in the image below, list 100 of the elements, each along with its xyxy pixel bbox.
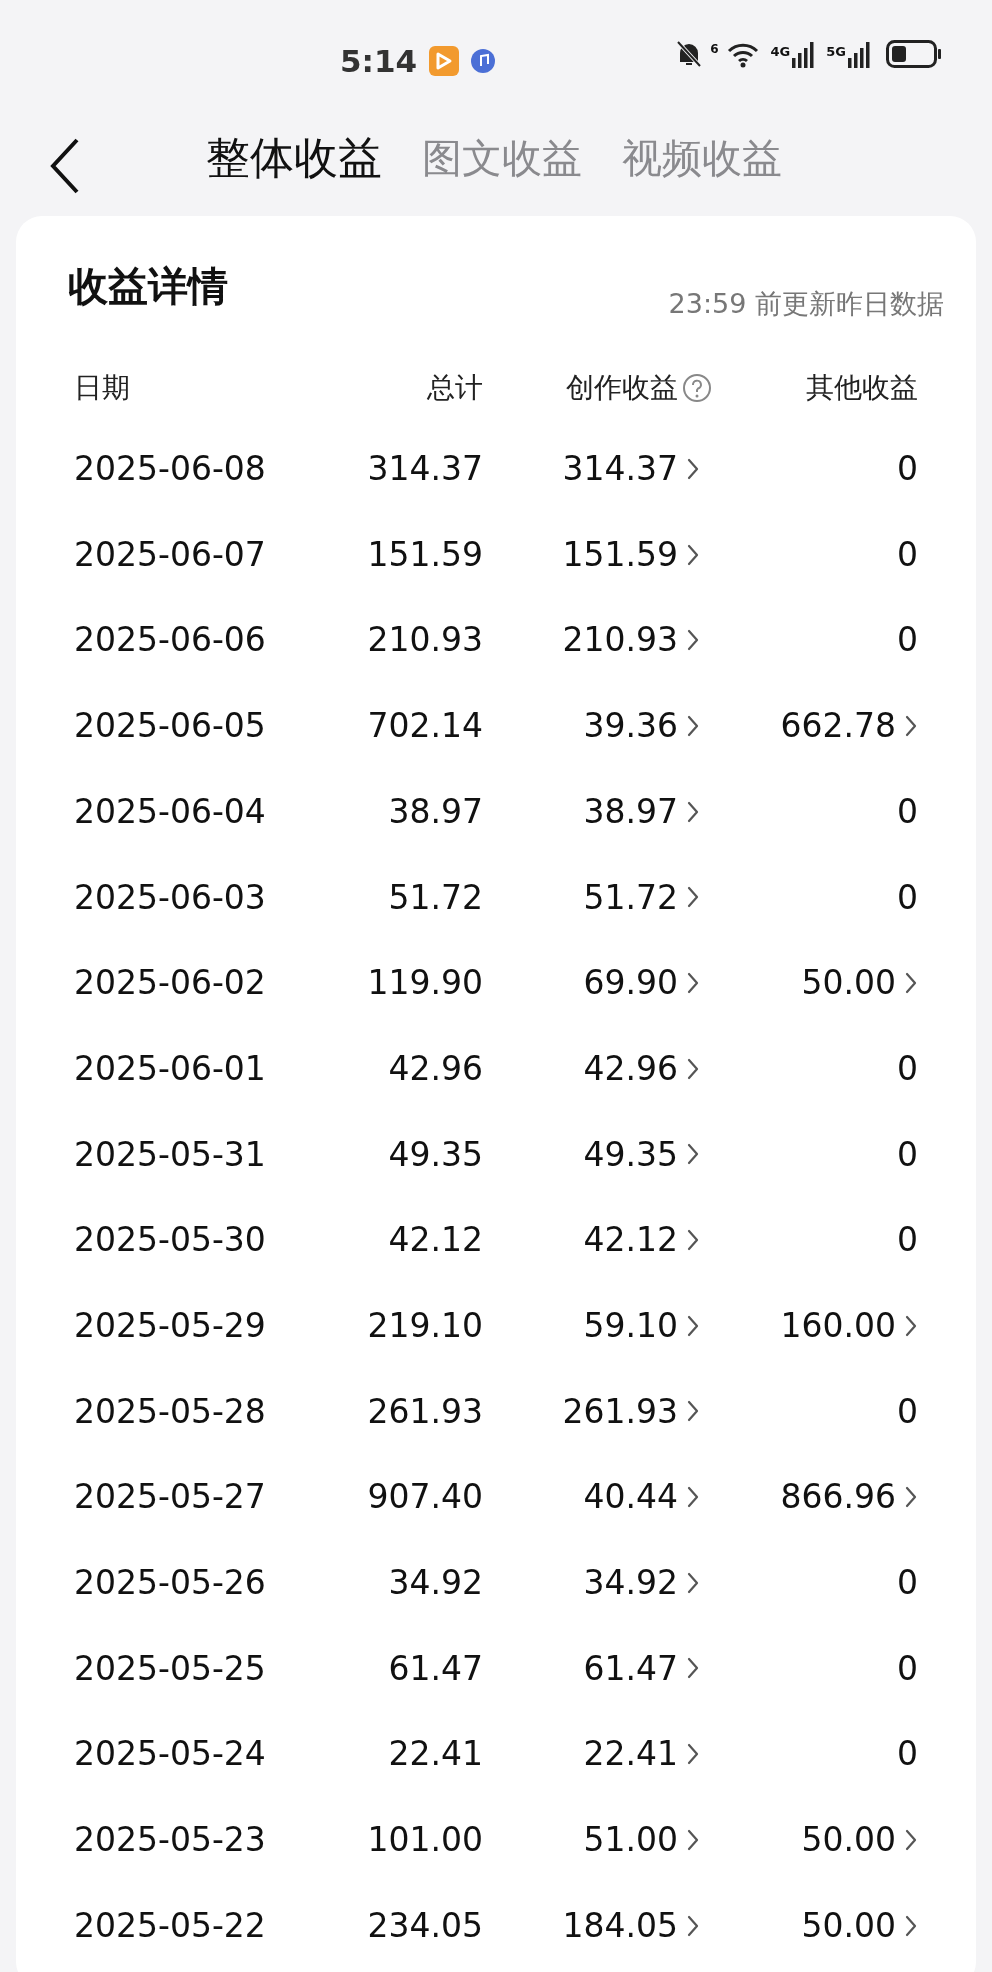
total-cell-text: 51.72 bbox=[388, 876, 483, 919]
creation-income-link[interactable]: 49.35 bbox=[583, 1129, 700, 1180]
tab[interactable]: 整体收益 bbox=[206, 124, 382, 191]
creation-income-link[interactable]: 314.37 bbox=[562, 444, 700, 494]
chevron-right-icon bbox=[904, 1485, 918, 1510]
total-cell-text: 219.10 bbox=[367, 1304, 483, 1347]
wifi-label: 6 bbox=[710, 41, 719, 58]
chevron-right-icon bbox=[686, 1485, 700, 1510]
total-cell-text: 210.93 bbox=[367, 619, 483, 662]
chevron-right-icon bbox=[686, 970, 700, 995]
creation-income-link[interactable]: 40.44 bbox=[583, 1472, 700, 1522]
total-cell-text: 34.92 bbox=[388, 1562, 483, 1605]
help-icon[interactable] bbox=[682, 373, 712, 403]
signal-icon bbox=[792, 42, 815, 68]
column-header: 创作收益 bbox=[566, 370, 678, 406]
creation-income-link[interactable]: 42.96 bbox=[583, 1043, 700, 1094]
other-income-cell-text: 0 bbox=[897, 1219, 918, 1262]
other-income-link[interactable]: 866.96 bbox=[780, 1472, 918, 1522]
creation-income-link[interactable]: 51.72 bbox=[583, 872, 700, 923]
creation-income-link[interactable]: 34.92 bbox=[583, 1558, 700, 1608]
date-cell-text: 2025-06-06 bbox=[74, 619, 267, 662]
chevron-right-icon bbox=[686, 542, 700, 567]
creation-income-link[interactable]: 59.10 bbox=[583, 1300, 700, 1351]
chevron-right-icon bbox=[686, 1399, 700, 1424]
chevron-right-icon bbox=[686, 1313, 700, 1338]
chevron-right-icon bbox=[686, 885, 700, 910]
column-header: 日期 bbox=[74, 370, 130, 406]
other-income-link[interactable]: 160.00 bbox=[780, 1300, 918, 1351]
chevron-right-icon bbox=[686, 1228, 700, 1253]
creation-income-link[interactable]: 69.90 bbox=[583, 958, 700, 1008]
other-income-link[interactable]: 50.00 bbox=[801, 1815, 918, 1865]
other-income-cell-text: 0 bbox=[897, 1733, 918, 1776]
date-cell-text: 2025-05-22 bbox=[74, 1904, 267, 1947]
total-cell-text: 101.00 bbox=[367, 1819, 483, 1862]
total-cell-text: 42.96 bbox=[388, 1047, 483, 1090]
network-label: 5G bbox=[826, 43, 846, 61]
back-icon[interactable] bbox=[50, 137, 80, 195]
other-income-cell-text: 0 bbox=[897, 876, 918, 919]
date-cell-text: 2025-06-01 bbox=[74, 1047, 267, 1090]
date-cell-text: 2025-05-31 bbox=[74, 1133, 267, 1176]
date-cell-text: 2025-05-27 bbox=[74, 1476, 267, 1519]
creation-income-link[interactable]: 261.93 bbox=[562, 1386, 700, 1437]
date-cell-text: 2025-05-28 bbox=[74, 1390, 267, 1433]
other-income-cell-text: 0 bbox=[897, 790, 918, 833]
other-income-link[interactable]: 50.00 bbox=[801, 958, 918, 1008]
battery-icon bbox=[886, 40, 942, 68]
chevron-right-icon bbox=[904, 1913, 918, 1938]
music-icon bbox=[471, 49, 496, 74]
chevron-right-icon bbox=[686, 1142, 700, 1167]
total-cell-text: 22.41 bbox=[388, 1733, 483, 1776]
chevron-right-icon bbox=[904, 713, 918, 738]
other-income-cell-text: 0 bbox=[897, 1047, 918, 1090]
app-icon bbox=[429, 46, 460, 77]
creation-income-link[interactable]: 61.47 bbox=[583, 1643, 700, 1694]
date-cell-text: 2025-05-30 bbox=[74, 1219, 267, 1262]
status-time: 5:14 bbox=[340, 42, 418, 81]
chevron-right-icon bbox=[686, 1742, 700, 1767]
chevron-right-icon bbox=[686, 713, 700, 738]
chevron-right-icon bbox=[904, 970, 918, 995]
total-cell-text: 42.12 bbox=[388, 1219, 483, 1262]
creation-income-link[interactable]: 22.41 bbox=[583, 1729, 700, 1779]
chevron-right-icon bbox=[686, 456, 700, 481]
chevron-right-icon bbox=[904, 1827, 918, 1852]
other-income-cell-text: 0 bbox=[897, 619, 918, 662]
creation-income-link[interactable]: 151.59 bbox=[562, 529, 700, 580]
total-cell-text: 61.47 bbox=[388, 1647, 483, 1690]
creation-income-link[interactable]: 51.00 bbox=[583, 1815, 700, 1865]
creation-income-link[interactable]: 184.05 bbox=[562, 1900, 700, 1951]
chevron-right-icon bbox=[686, 1656, 700, 1681]
column-header: 总计 bbox=[427, 370, 483, 406]
date-cell-text: 2025-06-05 bbox=[74, 705, 267, 748]
other-income-link[interactable]: 50.00 bbox=[801, 1900, 918, 1951]
total-cell-text: 151.59 bbox=[367, 533, 483, 576]
card-title: 收益详情 bbox=[68, 262, 228, 311]
creation-income-link[interactable]: 39.36 bbox=[583, 701, 700, 751]
total-cell-text: 261.93 bbox=[367, 1390, 483, 1433]
date-cell-text: 2025-05-25 bbox=[74, 1647, 267, 1690]
other-income-link[interactable]: 662.78 bbox=[780, 701, 918, 751]
other-income-cell-text: 0 bbox=[897, 1390, 918, 1433]
other-income-cell-text: 0 bbox=[897, 1562, 918, 1605]
chevron-right-icon bbox=[686, 1827, 700, 1852]
signal-icon bbox=[848, 42, 870, 68]
other-income-cell-text: 0 bbox=[897, 1133, 918, 1176]
date-cell-text: 2025-06-04 bbox=[74, 790, 267, 833]
creation-income-link[interactable]: 42.12 bbox=[583, 1215, 700, 1265]
chevron-right-icon bbox=[686, 799, 700, 824]
creation-income-link[interactable]: 210.93 bbox=[562, 615, 700, 665]
total-cell-text: 702.14 bbox=[367, 705, 483, 748]
mute-bell-icon bbox=[676, 40, 703, 68]
date-cell-text: 2025-06-07 bbox=[74, 533, 267, 576]
total-cell-text: 38.97 bbox=[388, 790, 483, 833]
total-cell-text: 234.05 bbox=[367, 1904, 483, 1947]
chevron-right-icon bbox=[686, 1913, 700, 1938]
total-cell-text: 314.37 bbox=[367, 448, 483, 491]
total-cell-text: 119.90 bbox=[367, 962, 483, 1005]
other-income-cell-text: 0 bbox=[897, 1647, 918, 1690]
creation-income-link[interactable]: 38.97 bbox=[583, 786, 700, 837]
date-cell-text: 2025-05-26 bbox=[74, 1562, 267, 1605]
chevron-right-icon bbox=[904, 1313, 918, 1338]
total-cell-text: 49.35 bbox=[388, 1133, 483, 1176]
